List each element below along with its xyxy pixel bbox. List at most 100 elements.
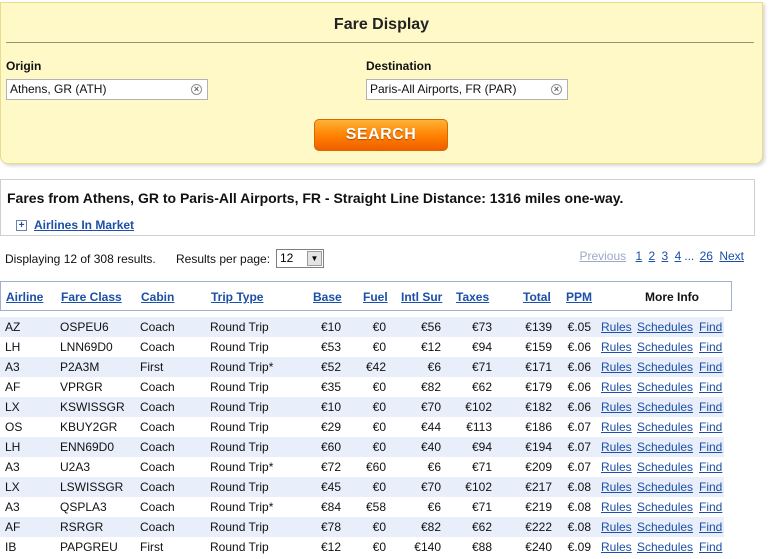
cell-ppm: €.06 — [567, 360, 591, 374]
schedules-link[interactable]: Schedules — [637, 480, 693, 494]
cell-taxes: €102 — [465, 400, 492, 414]
schedules-link[interactable]: Schedules — [637, 400, 693, 414]
find-link[interactable]: Find — [699, 420, 722, 434]
cell-total: €219 — [525, 500, 552, 514]
schedules-link[interactable]: Schedules — [637, 460, 693, 474]
find-link[interactable]: Find — [699, 380, 722, 394]
schedules-link[interactable]: Schedules — [637, 520, 693, 534]
rules-link[interactable]: Rules — [601, 480, 632, 494]
cell-fare-class: RSRGR — [60, 520, 104, 534]
find-link[interactable]: Find — [699, 320, 722, 334]
cell-intl-sur: €82 — [420, 380, 441, 394]
cell-base: €60 — [320, 440, 341, 454]
pagination-page-2[interactable]: 2 — [649, 249, 656, 263]
expand-plus-icon[interactable]: + — [16, 219, 27, 231]
origin-label: Origin — [6, 59, 42, 73]
header-base[interactable]: Base — [313, 290, 342, 304]
rules-link[interactable]: Rules — [601, 360, 632, 374]
cell-base: €10 — [320, 320, 341, 334]
schedules-link[interactable]: Schedules — [637, 360, 693, 374]
cell-total: €209 — [525, 460, 552, 474]
schedules-link[interactable]: Schedules — [637, 540, 693, 554]
cell-intl-sur: €70 — [420, 480, 441, 494]
pagination-page-last[interactable]: 26 — [700, 249, 713, 263]
header-fuel[interactable]: Fuel — [363, 290, 388, 304]
table-row: OS KBUY2GR Coach Round Trip €29 €0 €44 €113 €186… — [0, 417, 724, 437]
find-link[interactable]: Find — [699, 400, 722, 414]
cell-trip-type: Round Trip — [210, 380, 269, 394]
pagination-page-3[interactable]: 3 — [662, 249, 669, 263]
rules-link[interactable]: Rules — [601, 460, 632, 474]
pagination-page-4[interactable]: 4 — [675, 249, 682, 263]
cell-taxes: €94 — [471, 340, 492, 354]
pagination-page-1[interactable]: 1 — [635, 249, 642, 263]
find-link[interactable]: Find — [699, 360, 722, 374]
schedules-link[interactable]: Schedules — [637, 500, 693, 514]
find-link[interactable]: Find — [699, 340, 722, 354]
cell-trip-type: Round Trip — [210, 340, 269, 354]
rules-link[interactable]: Rules — [601, 520, 632, 534]
schedules-link[interactable]: Schedules — [637, 380, 693, 394]
rules-link[interactable]: Rules — [601, 440, 632, 454]
header-ppm[interactable]: PPM — [566, 290, 592, 304]
schedules-link[interactable]: Schedules — [637, 320, 693, 334]
cell-total: €182 — [525, 400, 552, 414]
cell-airline: A3 — [5, 360, 20, 374]
header-total[interactable]: Total — [523, 290, 551, 304]
rules-link[interactable]: Rules — [601, 340, 632, 354]
find-link[interactable]: Find — [699, 460, 722, 474]
header-airline[interactable]: Airline — [6, 290, 43, 304]
find-link[interactable]: Find — [699, 440, 722, 454]
airlines-in-market-label[interactable]: Airlines In Market — [34, 218, 134, 232]
rules-link[interactable]: Rules — [601, 400, 632, 414]
schedules-link[interactable]: Schedules — [637, 420, 693, 434]
cell-trip-type: Round Trip — [210, 540, 269, 554]
cell-taxes: €71 — [471, 360, 492, 374]
find-link[interactable]: Find — [699, 540, 722, 554]
find-link[interactable]: Find — [699, 480, 722, 494]
find-link[interactable]: Find — [699, 520, 722, 534]
cell-cabin: Coach — [140, 460, 175, 474]
search-button[interactable]: SEARCH — [314, 119, 448, 151]
cell-ppm: €.07 — [567, 420, 591, 434]
schedules-link[interactable]: Schedules — [637, 340, 693, 354]
cell-ppm: €.08 — [567, 480, 591, 494]
origin-clear-icon[interactable]: × — [191, 84, 202, 95]
results-count: Displaying 12 of 308 results. — [5, 252, 156, 266]
fare-search-panel: Fare Display Origin Athens, GR (ATH) × D… — [0, 2, 763, 164]
schedules-link[interactable]: Schedules — [637, 440, 693, 454]
header-intl-sur[interactable]: Intl Sur — [401, 290, 442, 304]
cell-cabin: Coach — [140, 480, 175, 494]
cell-fare-class: U2A3 — [60, 460, 91, 474]
origin-field[interactable]: Athens, GR (ATH) × — [6, 79, 208, 100]
airlines-in-market-link[interactable]: + Airlines In Market — [16, 218, 134, 232]
header-trip-type[interactable]: Trip Type — [211, 290, 263, 304]
destination-field[interactable]: Paris-All Airports, FR (PAR) × — [366, 79, 568, 100]
destination-clear-icon[interactable]: × — [551, 84, 562, 95]
cell-total: €159 — [525, 340, 552, 354]
cell-fuel: €0 — [372, 440, 386, 454]
pagination-previous[interactable]: Previous — [579, 249, 626, 263]
dropdown-arrow-icon[interactable]: ▼ — [307, 251, 322, 266]
header-taxes[interactable]: Taxes — [456, 290, 489, 304]
cell-airline: AF — [5, 380, 21, 394]
header-cabin[interactable]: Cabin — [141, 290, 174, 304]
rules-link[interactable]: Rules — [601, 420, 632, 434]
route-summary-text: Fares from Athens, GR to Paris-All Airpo… — [7, 190, 624, 206]
rules-link[interactable]: Rules — [601, 540, 632, 554]
cell-total: €217 — [525, 480, 552, 494]
cell-ppm: €.08 — [567, 500, 591, 514]
find-link[interactable]: Find — [699, 500, 722, 514]
results-per-page-select[interactable]: 12 ▼ — [276, 249, 324, 268]
cell-ppm: €.08 — [567, 520, 591, 534]
header-fare-class[interactable]: Fare Class — [61, 290, 122, 304]
rules-link[interactable]: Rules — [601, 500, 632, 514]
route-summary: Fares from Athens, GR to Paris-All Airpo… — [0, 179, 755, 236]
pagination-next[interactable]: Next — [719, 249, 744, 263]
cell-fuel: €0 — [372, 320, 386, 334]
cell-base: €29 — [320, 420, 341, 434]
rules-link[interactable]: Rules — [601, 320, 632, 334]
cell-cabin: Coach — [140, 420, 175, 434]
rules-link[interactable]: Rules — [601, 380, 632, 394]
cell-fare-class: P2A3M — [60, 360, 100, 374]
